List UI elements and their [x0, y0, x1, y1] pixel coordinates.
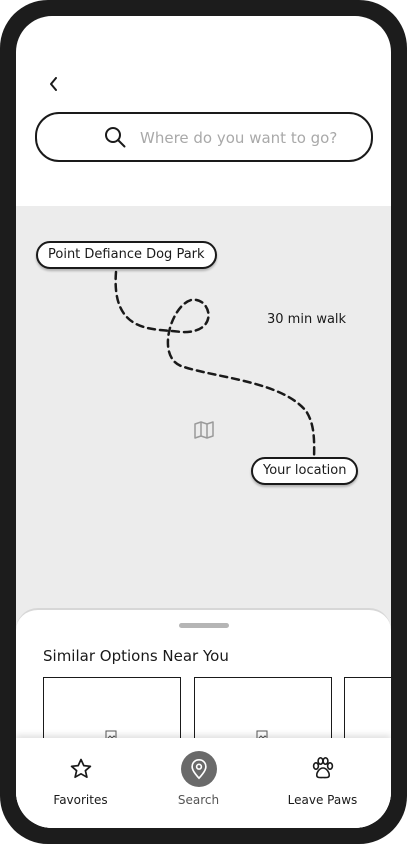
tab-leave-paws[interactable]: Leave Paws — [260, 738, 385, 828]
tab-label: Favorites — [53, 793, 108, 807]
tab-label: Search — [177, 793, 220, 807]
travel-time-label: 30 min walk — [267, 312, 347, 327]
tab-icon-wrap — [305, 751, 341, 787]
chevron-left-icon — [50, 77, 57, 91]
bottom-tab-bar: Favorites Search Leave Paws — [16, 738, 391, 828]
search-input[interactable] — [138, 124, 362, 152]
star-icon — [70, 758, 91, 779]
tab-search[interactable]: Search — [136, 738, 261, 828]
destination-label[interactable]: Point Defiance Dog Park — [36, 241, 217, 269]
search-icon — [105, 127, 126, 148]
search-bar[interactable] — [35, 112, 373, 162]
location-pin-icon — [190, 759, 207, 780]
tab-favorites[interactable]: Favorites — [18, 738, 143, 828]
map-icon — [194, 421, 214, 439]
sheet-drag-handle[interactable] — [179, 623, 229, 628]
tab-label: Leave Paws — [287, 793, 358, 807]
tab-icon-wrap — [63, 751, 99, 787]
back-button[interactable] — [44, 72, 64, 96]
sheet-title: Similar Options Near You — [43, 647, 229, 665]
paw-icon — [312, 756, 333, 779]
origin-label[interactable]: Your location — [251, 457, 359, 485]
tab-icon-wrap — [180, 751, 217, 787]
phone-frame: Point Defiance Dog Park 30 min walk Your… — [0, 0, 407, 844]
map-view[interactable]: Point Defiance Dog Park 30 min walk Your… — [16, 206, 391, 636]
screen: Point Defiance Dog Park 30 min walk Your… — [16, 16, 391, 828]
